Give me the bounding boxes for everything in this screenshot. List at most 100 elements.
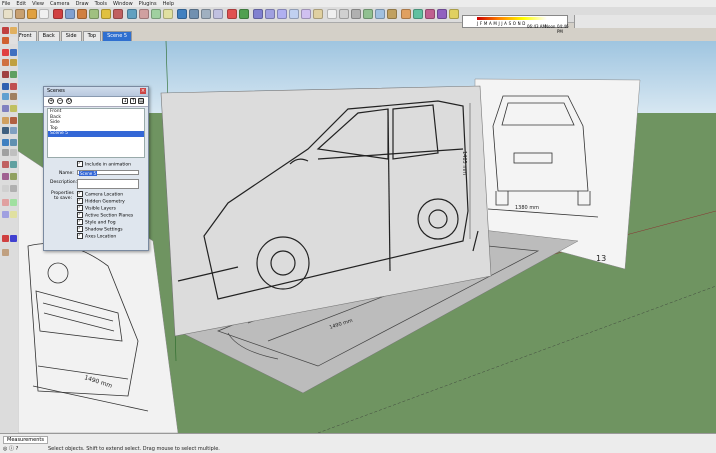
menu-window[interactable]: Window bbox=[113, 1, 133, 7]
rotate-tool-icon[interactable] bbox=[151, 9, 161, 19]
guide-icon[interactable] bbox=[10, 185, 17, 192]
pan-icon[interactable] bbox=[189, 9, 199, 19]
tape-measure-icon[interactable] bbox=[2, 117, 9, 124]
property-row[interactable]: Visible Layers bbox=[77, 204, 116, 212]
followme-icon[interactable] bbox=[10, 93, 17, 100]
menu-camera[interactable]: Camera bbox=[50, 1, 70, 7]
add-detail-icon[interactable] bbox=[2, 235, 9, 242]
property-row[interactable]: Axes Location bbox=[77, 232, 116, 240]
close-icon[interactable]: × bbox=[140, 88, 146, 94]
scene-list-item-selected[interactable]: Scene 5 bbox=[48, 131, 144, 137]
move-icon[interactable] bbox=[2, 83, 9, 90]
add-scene-icon[interactable]: + bbox=[48, 98, 54, 104]
component-icon[interactable] bbox=[10, 27, 17, 34]
text-icon[interactable] bbox=[2, 127, 9, 134]
property-row[interactable]: Active Section Planes bbox=[77, 211, 133, 219]
polygon-tool-icon[interactable] bbox=[101, 9, 111, 19]
property-row[interactable]: Camera Location bbox=[77, 190, 123, 198]
freehand-icon[interactable] bbox=[10, 71, 17, 78]
arc-tool-icon[interactable] bbox=[89, 9, 99, 19]
shadow-settings-bar[interactable]: J F M A M J J A S O N D 06:43 AM Noon 04… bbox=[462, 15, 569, 34]
shaded-textures-icon[interactable] bbox=[375, 9, 385, 19]
property-row[interactable]: Style and Fog bbox=[77, 218, 116, 226]
arc-icon[interactable] bbox=[10, 59, 17, 66]
follow-me-icon[interactable] bbox=[163, 9, 173, 19]
menu-help[interactable]: Help bbox=[163, 1, 174, 7]
circle-icon[interactable] bbox=[2, 59, 9, 66]
tab-scene-5[interactable]: Scene 5 bbox=[102, 31, 133, 41]
drape-icon[interactable] bbox=[10, 211, 17, 218]
dimension-icon[interactable] bbox=[2, 185, 9, 192]
rotate-icon[interactable] bbox=[2, 93, 9, 100]
circle-tool-icon[interactable] bbox=[77, 9, 87, 19]
select-icon[interactable] bbox=[2, 27, 9, 34]
xray-icon[interactable] bbox=[327, 9, 337, 19]
sandbox-icon[interactable] bbox=[2, 199, 9, 206]
zoom-extents-icon[interactable] bbox=[213, 9, 223, 19]
zoom-icon[interactable] bbox=[201, 9, 211, 19]
next-view-icon[interactable] bbox=[239, 9, 249, 19]
wireframe-icon[interactable] bbox=[339, 9, 349, 19]
menu-view[interactable]: View bbox=[32, 1, 44, 7]
paint-icon[interactable] bbox=[2, 37, 9, 44]
move-up-icon[interactable]: ↑ bbox=[130, 98, 136, 104]
measurements-box[interactable]: Measurements bbox=[3, 436, 48, 444]
scene-name-field[interactable]: Scene 5 bbox=[77, 170, 139, 176]
polygon-icon[interactable] bbox=[2, 71, 9, 78]
make-component-icon[interactable] bbox=[15, 9, 25, 19]
left-view-icon[interactable] bbox=[313, 9, 323, 19]
orbit-side-icon[interactable] bbox=[2, 139, 9, 146]
menu-tools[interactable]: Tools bbox=[95, 1, 107, 7]
walk-icon[interactable] bbox=[2, 161, 9, 168]
menu-plugins[interactable]: Plugins bbox=[139, 1, 157, 7]
help-icon[interactable]: ? bbox=[16, 446, 19, 452]
property-checkbox[interactable] bbox=[77, 232, 83, 239]
rect-icon[interactable] bbox=[2, 49, 9, 56]
credits-icon[interactable]: ⓘ bbox=[9, 446, 14, 452]
extra-tool-icon[interactable] bbox=[2, 249, 9, 256]
geo-location-icon[interactable]: ◎ bbox=[3, 446, 7, 452]
top-view-icon[interactable] bbox=[265, 9, 275, 19]
line-tool-icon[interactable] bbox=[65, 9, 75, 19]
eraser-icon[interactable] bbox=[39, 9, 49, 19]
previous-view-icon[interactable] bbox=[227, 9, 237, 19]
include-animation-row[interactable]: Include in animation bbox=[77, 160, 131, 168]
shaded-icon[interactable] bbox=[363, 9, 373, 19]
warehouse-icon[interactable] bbox=[437, 9, 447, 19]
menu-file[interactable]: File bbox=[2, 1, 10, 7]
paint-bucket-icon[interactable] bbox=[27, 9, 37, 19]
iso-view-icon[interactable] bbox=[253, 9, 263, 19]
offset-icon[interactable] bbox=[10, 105, 17, 112]
zoom-window-icon[interactable] bbox=[10, 149, 17, 156]
push-pull-icon[interactable] bbox=[139, 9, 149, 19]
orbit-icon[interactable] bbox=[177, 9, 187, 19]
zoom-side-icon[interactable] bbox=[2, 149, 9, 156]
move-down-icon[interactable]: ↓ bbox=[122, 98, 128, 104]
select-tool-icon[interactable] bbox=[3, 9, 13, 19]
scale-icon[interactable] bbox=[2, 105, 9, 112]
shadows-toggle-icon[interactable] bbox=[449, 9, 459, 19]
stamp-icon[interactable] bbox=[2, 211, 9, 218]
menu-edit[interactable]: Edit bbox=[16, 1, 26, 7]
pushpull-icon[interactable] bbox=[10, 83, 17, 90]
front-view-icon[interactable] bbox=[277, 9, 287, 19]
flip-edge-icon[interactable] bbox=[10, 235, 17, 242]
tab-top[interactable]: Top bbox=[82, 31, 102, 41]
protractor-icon[interactable] bbox=[10, 117, 17, 124]
move-tool-icon[interactable] bbox=[127, 9, 137, 19]
property-row[interactable]: Shadow Settings bbox=[77, 225, 123, 233]
tab-side[interactable]: Side bbox=[60, 31, 82, 41]
erase-icon[interactable] bbox=[10, 37, 17, 44]
include-animation-checkbox[interactable] bbox=[77, 160, 83, 167]
tab-back[interactable]: Back bbox=[37, 31, 60, 41]
line-icon[interactable] bbox=[10, 49, 17, 56]
scene-description-field[interactable] bbox=[77, 179, 139, 189]
section-icon[interactable] bbox=[10, 173, 17, 180]
menu-draw[interactable]: Draw bbox=[76, 1, 89, 7]
view-options-icon[interactable]: ▤ bbox=[138, 98, 144, 104]
look-around-icon[interactable] bbox=[10, 161, 17, 168]
monochrome-icon[interactable] bbox=[387, 9, 397, 19]
position-camera-icon[interactable] bbox=[2, 173, 9, 180]
back-view-icon[interactable] bbox=[301, 9, 311, 19]
display-section-icon[interactable] bbox=[413, 9, 423, 19]
